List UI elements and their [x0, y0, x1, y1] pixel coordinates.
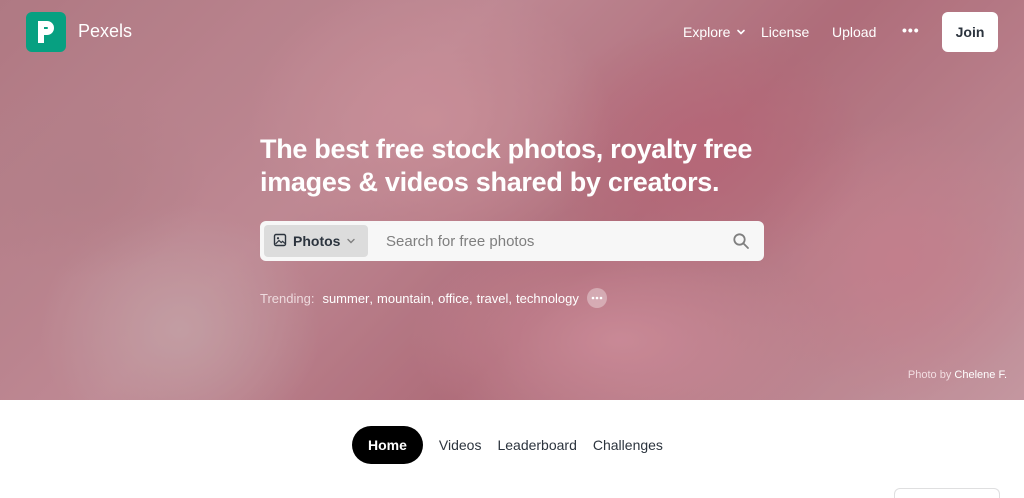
join-button[interactable]: Join	[942, 12, 998, 52]
filter-dropdown-edge[interactable]	[894, 488, 1000, 498]
photo-credit-prefix: Photo by	[907, 369, 952, 381]
tab-challenges[interactable]: Challenges	[585, 426, 671, 464]
tab-videos[interactable]: Videos	[431, 426, 490, 464]
trending-item[interactable]: mountain	[377, 291, 430, 306]
search-bar: Photos	[260, 221, 764, 261]
trending-item[interactable]: travel	[477, 291, 509, 306]
search-type-dropdown[interactable]: Photos	[264, 225, 368, 257]
search-icon[interactable]	[732, 232, 750, 250]
chevron-down-icon	[736, 24, 746, 40]
chevron-down-icon	[346, 233, 356, 249]
trending-label: Trending:	[260, 290, 315, 306]
hero-headline: The best free stock photos, royalty free…	[260, 133, 780, 199]
trending-item[interactable]: office	[438, 291, 469, 306]
pexels-logo-icon[interactable]	[26, 12, 66, 52]
search-input[interactable]	[380, 225, 720, 257]
content-tabs: Home Videos Leaderboard Challenges	[352, 426, 671, 464]
top-navigation: Pexels Explore License Upload ••• Join	[0, 0, 1024, 64]
trending-separator: ,	[508, 290, 513, 306]
hero-headline-line-2: images & videos shared by creators.	[260, 167, 720, 197]
more-icon[interactable]	[586, 288, 607, 308]
hero-headline-line-1: The best free stock photos, royalty free	[260, 134, 753, 164]
hero-banner: Pexels Explore License Upload ••• Join T…	[0, 0, 1024, 400]
nav-explore-label: Explore	[683, 24, 731, 40]
photo-credit: Photo by Chelene F.	[908, 369, 1007, 381]
image-icon	[273, 233, 287, 250]
tab-leaderboard[interactable]: Leaderboard	[489, 426, 584, 464]
trending-searches: Trending: summer, mountain, office, trav…	[260, 288, 607, 308]
brand-name[interactable]: Pexels	[78, 21, 132, 42]
trending-separator: ,	[369, 290, 374, 306]
search-type-label: Photos	[293, 233, 341, 249]
trending-item[interactable]: technology	[516, 291, 579, 306]
trending-item[interactable]: summer	[322, 291, 369, 306]
trending-separator: ,	[430, 290, 435, 306]
photo-credit-author[interactable]: Chelene F.	[954, 369, 1007, 381]
nav-license[interactable]: License	[761, 24, 809, 40]
nav-more-button[interactable]: •••	[902, 22, 920, 38]
nav-explore[interactable]: Explore	[683, 24, 746, 40]
tab-home[interactable]: Home	[352, 426, 423, 464]
nav-upload[interactable]: Upload	[832, 24, 876, 40]
trending-separator: ,	[468, 290, 473, 306]
